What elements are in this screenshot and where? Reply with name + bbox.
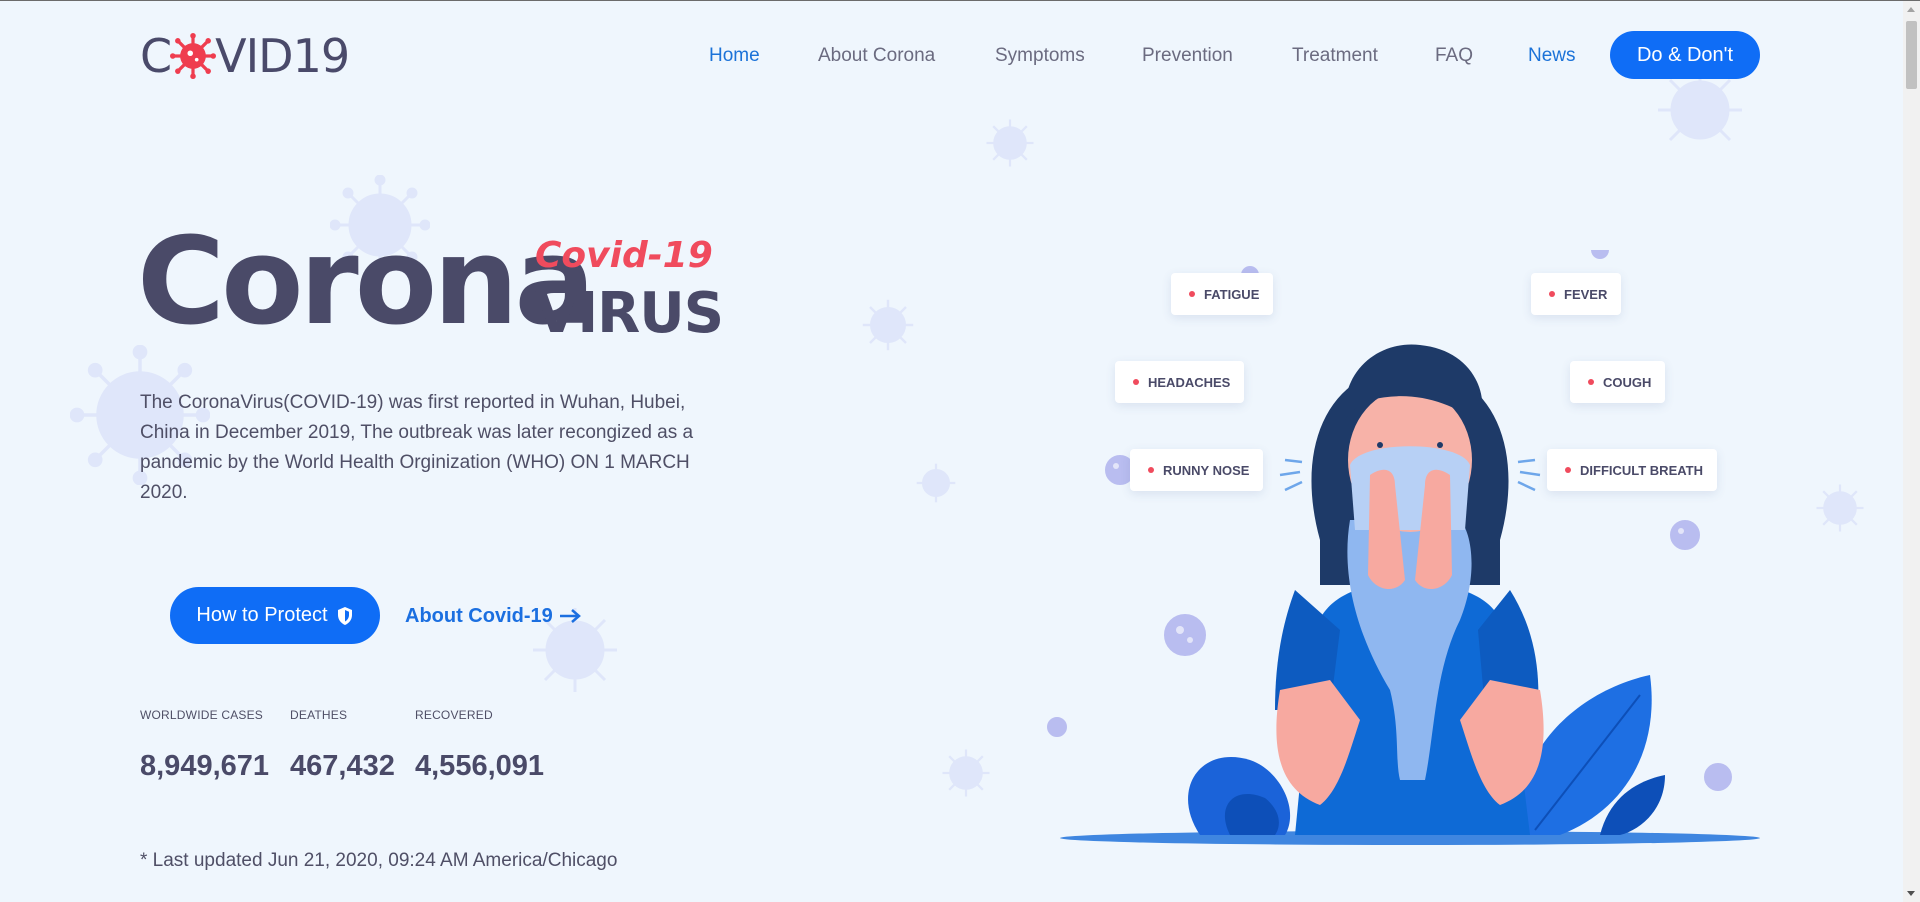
scrollbar-thumb[interactable] xyxy=(1906,21,1917,89)
hero-description: The CoronaVirus(COVID-19) was first repo… xyxy=(140,392,694,503)
stat-value-recovered: 4,556,091 xyxy=(415,750,545,782)
symptom-tag-fatigue: FATIGUE xyxy=(1171,273,1274,315)
stat-label-recovered: RECOVERED xyxy=(415,708,493,722)
about-covid-link[interactable]: About Covid-19 xyxy=(405,596,581,636)
hero-title: Corona xyxy=(137,213,596,352)
symptom-tag-difficult-breath: DIFFICULT BREATH xyxy=(1547,449,1717,491)
page-scrollbar[interactable] xyxy=(1903,1,1920,902)
bullet-dot-icon xyxy=(1549,291,1555,297)
nav-prevention[interactable]: Prevention xyxy=(1142,36,1233,76)
hero-subtitle: VIRUS xyxy=(535,281,724,346)
background-virus-icon xyxy=(1658,68,1742,142)
background-virus-icon xyxy=(916,463,956,503)
stat-value-cases: 8,949,671 xyxy=(140,750,270,782)
symptom-label: FATIGUE xyxy=(1204,286,1260,302)
bullet-dot-icon xyxy=(1565,467,1571,473)
nav-symptoms[interactable]: Symptoms xyxy=(995,36,1085,76)
symptom-label: COUGH xyxy=(1603,374,1652,390)
background-virus-icon xyxy=(986,119,1034,167)
background-virus-icon xyxy=(942,749,990,797)
symptom-label: DIFFICULT BREATH xyxy=(1580,462,1703,478)
scroll-up-arrow-icon[interactable] xyxy=(1907,7,1915,12)
do-and-dont-button[interactable]: Do & Don't xyxy=(1610,31,1760,79)
stat-label-cases: WORLDWIDE CASES xyxy=(140,708,264,722)
symptom-tag-runny-nose: RUNNY NOSE xyxy=(1130,449,1264,491)
bullet-dot-icon xyxy=(1148,467,1154,473)
nav-about-corona[interactable]: About Corona xyxy=(818,36,935,76)
bullet-dot-icon xyxy=(1588,379,1594,385)
scroll-down-arrow-icon[interactable] xyxy=(1907,891,1915,896)
background-virus-icon xyxy=(862,299,914,351)
logo-text-end: VID19 xyxy=(215,29,350,83)
site-logo[interactable]: C VID19 xyxy=(140,26,350,86)
nav-home[interactable]: Home xyxy=(709,36,760,76)
window-top-border xyxy=(0,0,1920,1)
stat-value-deaths: 467,432 xyxy=(290,750,395,782)
sick-woman-illustration xyxy=(1047,250,1760,845)
how-to-protect-label: How to Protect xyxy=(196,604,328,626)
last-updated-text: * Last updated Jun 21, 2020, 09:24 AM Am… xyxy=(140,850,618,871)
background-virus-icon xyxy=(1816,484,1864,532)
stat-label-deaths: DEATHES xyxy=(290,708,348,722)
symptom-label: RUNNY NOSE xyxy=(1163,462,1250,478)
nav-treatment[interactable]: Treatment xyxy=(1292,36,1378,76)
logo-text-start: C xyxy=(140,29,172,83)
symptom-label: FEVER xyxy=(1564,286,1608,302)
nav-news[interactable]: News xyxy=(1528,36,1576,76)
how-to-protect-button[interactable]: How to Protect xyxy=(170,587,380,644)
symptom-tag-fever: FEVER xyxy=(1531,273,1622,315)
bullet-dot-icon xyxy=(1189,291,1195,297)
bullet-dot-icon xyxy=(1133,379,1139,385)
symptom-label: HEADACHES xyxy=(1148,374,1231,390)
shield-icon xyxy=(337,606,352,625)
arrow-right-icon xyxy=(559,609,581,623)
virus-logo-icon xyxy=(170,33,217,79)
symptom-tag-headaches: HEADACHES xyxy=(1115,361,1245,403)
about-covid-label: About Covid-19 xyxy=(405,605,553,627)
nav-faq[interactable]: FAQ xyxy=(1435,36,1473,76)
hero-title-accent: Covid-19 xyxy=(535,235,713,276)
symptom-tag-cough: COUGH xyxy=(1570,361,1666,403)
